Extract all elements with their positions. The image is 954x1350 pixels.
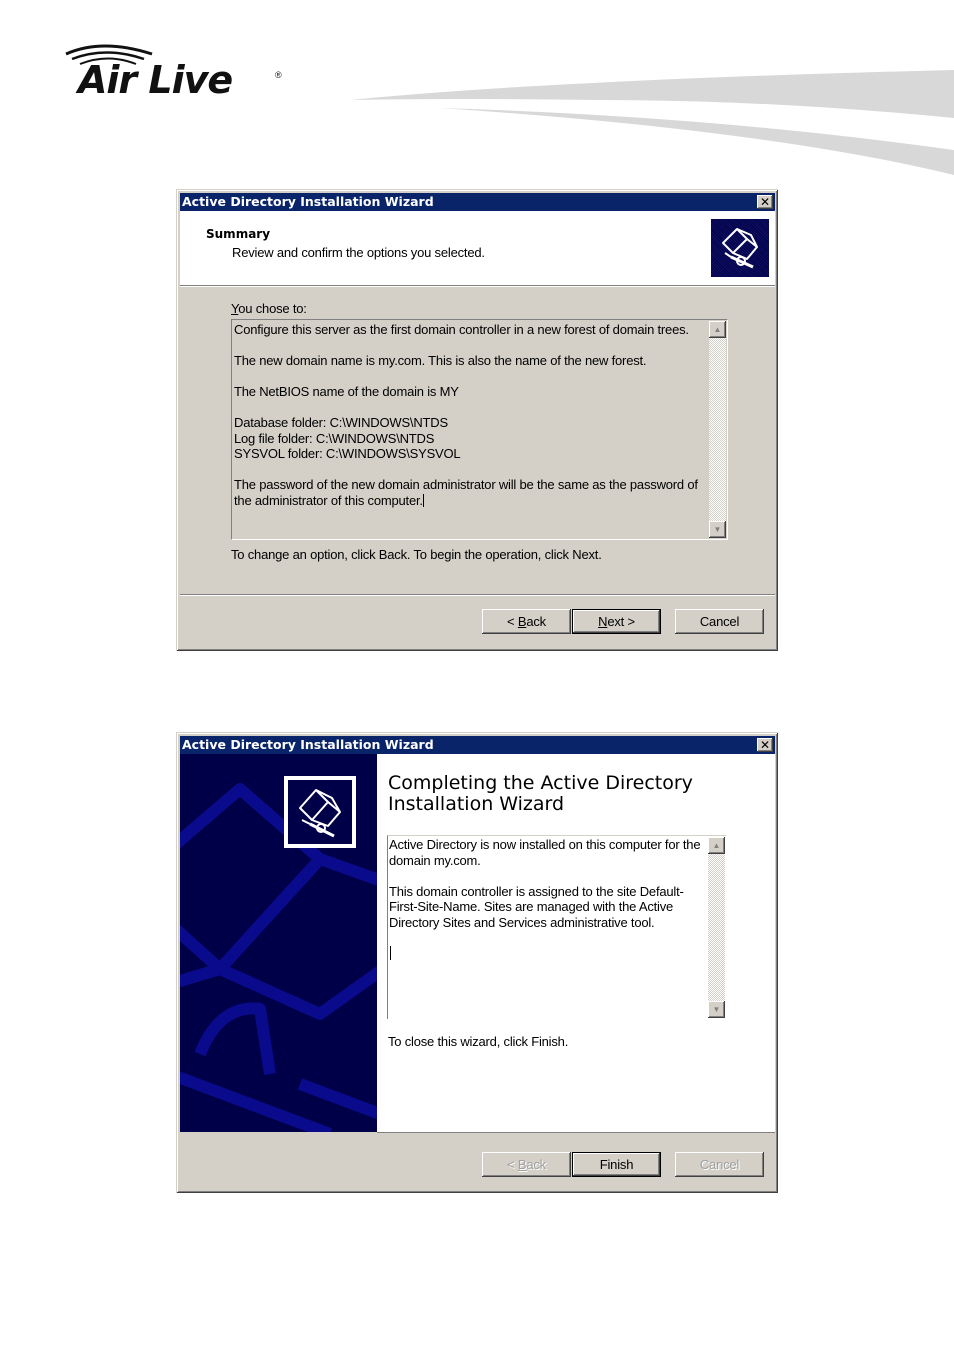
arrow-down-icon: ▼ xyxy=(712,1005,721,1014)
summary-line: Log file folder: C:\WINDOWS\NTDS xyxy=(234,430,435,446)
scroll-up-button[interactable]: ▲ xyxy=(708,837,725,854)
close-button[interactable]: ✕ xyxy=(757,738,773,752)
vertical-scrollbar[interactable]: ▲ ▼ xyxy=(709,321,726,538)
back-button[interactable]: < Back xyxy=(482,609,571,634)
info-line: This domain controller is assigned to th… xyxy=(389,883,684,930)
finish-button[interactable]: Finish xyxy=(572,1152,661,1177)
text-caret xyxy=(422,493,424,507)
scroll-up-button[interactable]: ▲ xyxy=(709,321,726,338)
page-title: Completing the Active Directory Installa… xyxy=(388,772,693,815)
text-caret xyxy=(390,946,391,960)
info-text: Active Directory is now installed on thi… xyxy=(389,837,707,946)
dialog-title: Active Directory Installation Wizard xyxy=(182,737,434,752)
next-button[interactable]: Next > xyxy=(572,609,661,634)
wizard-icon-frame xyxy=(284,776,356,848)
page-title: Summary xyxy=(206,227,271,241)
summary-line-with-caret: The password of the new domain administr… xyxy=(234,477,698,508)
cancel-button[interactable]: Cancel xyxy=(675,1152,764,1177)
scroll-down-button[interactable]: ▼ xyxy=(709,521,726,538)
airlive-logo: Air Live ® xyxy=(62,40,292,110)
instruction-text: To close this wizard, click Finish. xyxy=(388,1034,569,1049)
scroll-down-button[interactable]: ▼ xyxy=(708,1001,725,1018)
page-subtitle: Review and confirm the options you selec… xyxy=(232,245,485,260)
completing-wizard-dialog: Active Directory Installation Wizard ✕ C… xyxy=(176,732,778,1193)
wizard-content: Completing the Active Directory Installa… xyxy=(377,754,775,1133)
dialog-title: Active Directory Installation Wizard xyxy=(182,194,434,209)
info-line: Active Directory is now installed on thi… xyxy=(389,837,701,868)
arrow-up-icon: ▲ xyxy=(712,841,721,850)
close-icon: ✕ xyxy=(759,195,771,209)
logo-wordmark: Air Live xyxy=(78,58,233,102)
directory-book-icon xyxy=(711,219,769,277)
dialog-titlebar: Active Directory Installation Wizard ✕ xyxy=(180,736,775,754)
directory-book-icon xyxy=(288,780,352,844)
registered-mark: ® xyxy=(275,70,282,80)
back-button[interactable]: < Back xyxy=(482,1152,571,1177)
instruction-text: To change an option, click Back. To begi… xyxy=(231,547,602,562)
summary-wizard-dialog: Active Directory Installation Wizard ✕ S… xyxy=(176,189,778,651)
close-icon: ✕ xyxy=(759,738,771,752)
vertical-scrollbar[interactable]: ▲ ▼ xyxy=(708,837,725,1018)
you-chose-label: You chose to: xyxy=(231,301,307,316)
summary-line: The new domain name is my.com. This is a… xyxy=(234,353,647,368)
info-textbox[interactable]: Active Directory is now installed on thi… xyxy=(387,835,726,1019)
arrow-up-icon: ▲ xyxy=(713,325,722,334)
cancel-button[interactable]: Cancel xyxy=(675,609,764,634)
wizard-side-banner xyxy=(180,754,377,1132)
summary-line: Database folder: C:\WINDOWS\NTDS xyxy=(234,415,448,430)
summary-line: SYSVOL folder: C:\WINDOWS\SYSVOL xyxy=(234,446,461,461)
button-separator xyxy=(180,594,775,596)
summary-text: Configure this server as the first domai… xyxy=(234,322,706,524)
summary-line: The NetBIOS name of the domain is MY xyxy=(234,384,459,399)
arrow-down-icon: ▼ xyxy=(713,525,722,534)
summary-textbox[interactable]: Configure this server as the first domai… xyxy=(231,319,728,540)
header-swoosh-decoration xyxy=(350,70,954,175)
dialog-titlebar: Active Directory Installation Wizard ✕ xyxy=(180,193,775,211)
close-button[interactable]: ✕ xyxy=(757,195,773,209)
summary-line: Configure this server as the first domai… xyxy=(234,322,689,337)
wizard-header: Summary Review and confirm the options y… xyxy=(180,211,775,286)
